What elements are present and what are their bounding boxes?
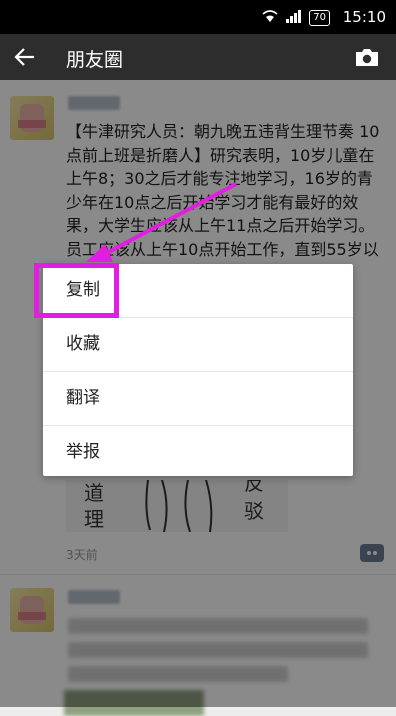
annotation-arrow-icon — [86, 182, 237, 262]
